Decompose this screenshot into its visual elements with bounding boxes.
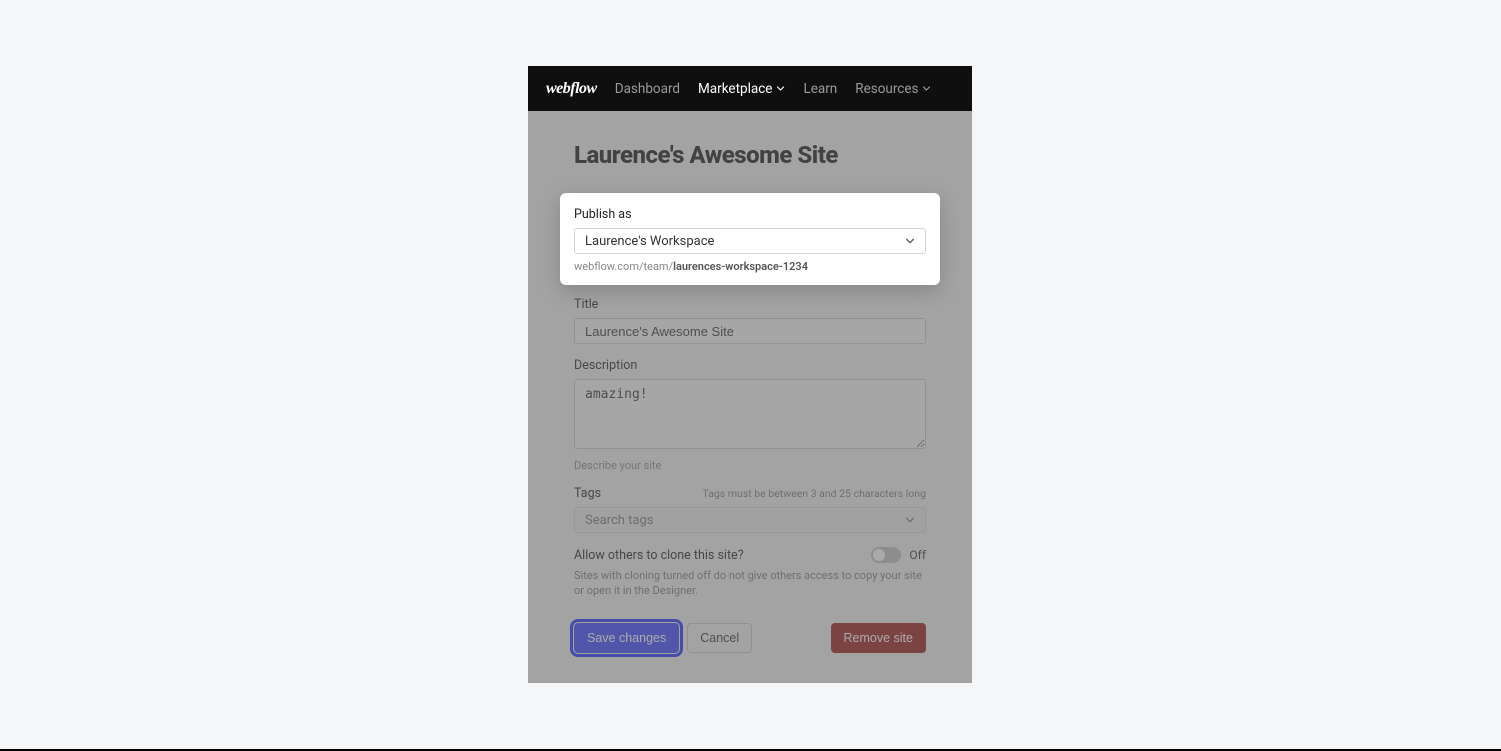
publish-as-card: Publish as Laurence's Workspace webflow.…: [560, 193, 940, 285]
description-label: Description: [574, 358, 926, 373]
publish-url-prefix: webflow.com/team/: [574, 260, 673, 273]
nav-dashboard-label: Dashboard: [615, 81, 680, 97]
nav-resources-label: Resources: [855, 81, 918, 97]
nav-learn-label: Learn: [803, 81, 837, 97]
publish-url: webflow.com/team/laurences-workspace-123…: [574, 260, 926, 273]
page-title: Laurence's Awesome Site: [574, 141, 926, 169]
top-nav: webflow Dashboard Marketplace Learn Reso…: [528, 66, 972, 111]
cancel-button[interactable]: Cancel: [687, 623, 752, 653]
tags-hint: Tags must be between 3 and 25 characters…: [703, 487, 927, 500]
chevron-down-icon: [922, 84, 931, 93]
publish-as-label: Publish as: [574, 207, 926, 222]
clone-label: Allow others to clone this site?: [574, 548, 744, 563]
app-window: webflow Dashboard Marketplace Learn Reso…: [528, 66, 972, 683]
nav-marketplace-label: Marketplace: [698, 81, 772, 97]
tags-placeholder: Search tags: [585, 513, 654, 528]
description-helper: Describe your site: [574, 459, 926, 472]
clone-toggle-state: Off: [909, 548, 926, 562]
title-field-group: Title: [574, 297, 926, 344]
clone-helper: Sites with cloning turned off do not giv…: [574, 569, 926, 599]
publish-as-value: Laurence's Workspace: [585, 234, 714, 249]
chevron-down-icon: [776, 84, 785, 93]
description-field-group: Description Describe your site: [574, 358, 926, 472]
actions-row: Save changes Cancel Remove site: [574, 623, 926, 653]
description-textarea[interactable]: [574, 379, 926, 449]
webflow-logo: webflow: [546, 80, 597, 98]
clone-toggle-wrap: Off: [871, 547, 926, 563]
nav-dashboard[interactable]: Dashboard: [615, 81, 680, 97]
chevron-down-icon: [905, 236, 915, 246]
clone-toggle[interactable]: [871, 547, 901, 563]
nav-resources[interactable]: Resources: [855, 81, 931, 97]
save-button[interactable]: Save changes: [574, 623, 679, 653]
clone-row: Allow others to clone this site? Off: [574, 547, 926, 563]
chevron-down-icon: [905, 515, 915, 525]
publish-url-slug: laurences-workspace-1234: [673, 260, 808, 273]
actions-left: Save changes Cancel: [574, 623, 752, 653]
nav-learn[interactable]: Learn: [803, 81, 837, 97]
nav-marketplace[interactable]: Marketplace: [698, 81, 785, 97]
tags-label: Tags: [574, 486, 601, 501]
tags-select[interactable]: Search tags: [574, 507, 926, 533]
toggle-knob: [873, 549, 885, 561]
title-label: Title: [574, 297, 926, 312]
page-body: Laurence's Awesome Site Publish as Laure…: [528, 111, 972, 683]
title-input[interactable]: [574, 318, 926, 344]
remove-site-button[interactable]: Remove site: [831, 623, 926, 653]
publish-as-select[interactable]: Laurence's Workspace: [574, 228, 926, 254]
tags-field-group: Tags Tags must be between 3 and 25 chara…: [574, 486, 926, 533]
